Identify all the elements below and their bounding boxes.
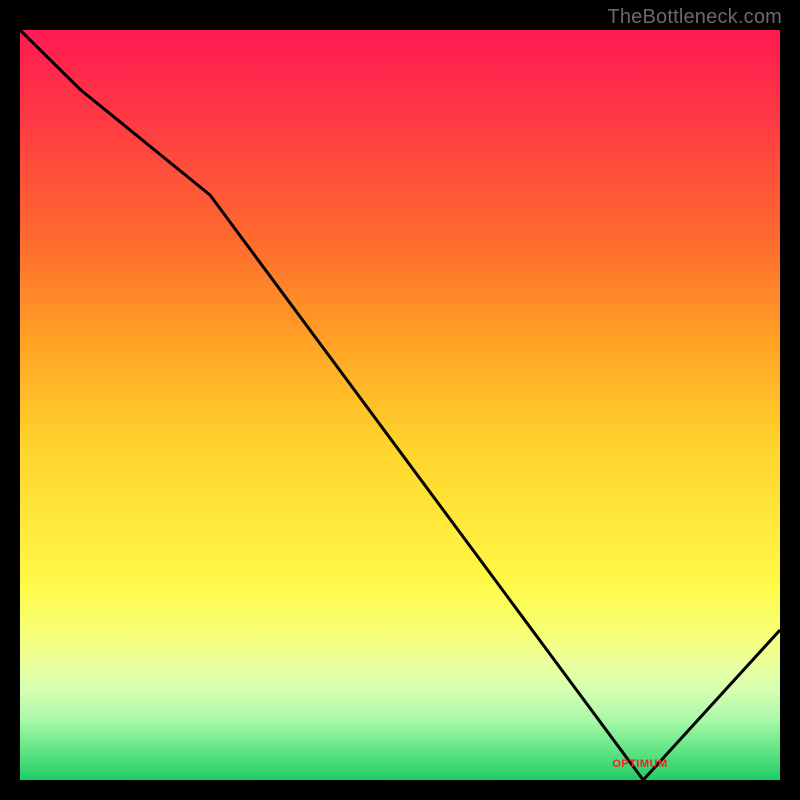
- plot-frame: OPTIMUM: [20, 30, 780, 780]
- bottleneck-curve: [20, 30, 780, 780]
- optimum-label: OPTIMUM: [612, 758, 667, 770]
- attribution-text: TheBottleneck.com: [607, 6, 782, 29]
- chart-container: TheBottleneck.com OPTIMUM: [0, 0, 800, 800]
- curve-svg: [20, 30, 780, 780]
